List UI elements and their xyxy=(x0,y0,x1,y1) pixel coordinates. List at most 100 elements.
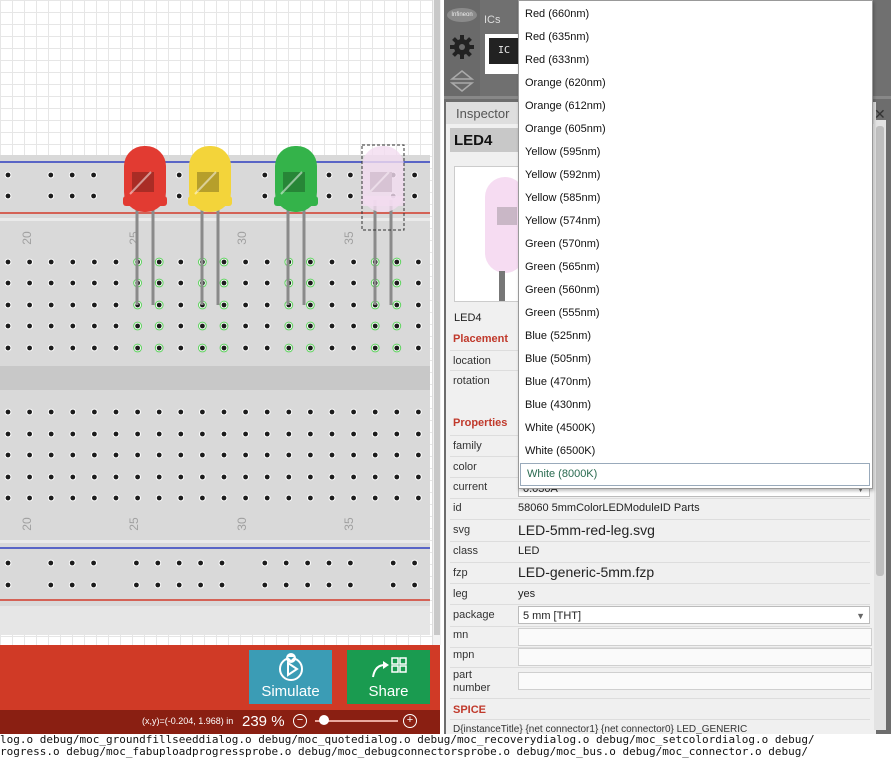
share-button[interactable]: Share xyxy=(347,650,430,704)
breadboard-hole xyxy=(308,259,313,265)
inspector-title: Inspector xyxy=(456,106,510,121)
share-icon xyxy=(371,657,407,678)
breadboard-hole xyxy=(264,345,270,351)
infineon-logo[interactable]: Infineon xyxy=(447,8,477,22)
breadboard-hole xyxy=(5,193,11,199)
id-value: 58060 5mmColorLEDModuleID Parts xyxy=(518,502,700,514)
breadboard-hole xyxy=(329,452,335,458)
breadboard-hole xyxy=(264,280,270,286)
breadboard-hole xyxy=(329,280,335,286)
part-number-label-2: number xyxy=(453,682,491,694)
breadboard-hole xyxy=(262,172,268,178)
move-parts-icon[interactable] xyxy=(450,70,474,92)
breadboard-hole xyxy=(135,452,141,458)
breadboard-hole xyxy=(221,345,227,351)
breadboard-hole xyxy=(91,193,96,199)
breadboard-hole xyxy=(70,259,76,265)
breadboard-hole xyxy=(48,409,54,415)
fzp-label: fzp xyxy=(453,567,468,579)
breadboard-hole xyxy=(221,259,227,265)
breadboard-hole xyxy=(135,431,141,437)
color-option[interactable]: White (6500K) xyxy=(519,440,872,463)
divider xyxy=(450,698,870,699)
inspector-scrollbar-thumb[interactable] xyxy=(876,126,884,576)
gear-icon[interactable] xyxy=(449,34,475,60)
canvas-scrollbar-thumb[interactable] xyxy=(434,0,440,635)
breadboard-hole xyxy=(27,259,32,265)
zoom-in-icon[interactable]: + xyxy=(403,714,417,728)
color-option[interactable]: Orange (620nm) xyxy=(519,72,872,95)
breadboard-hole xyxy=(91,172,96,178)
breadboard-hole xyxy=(5,409,11,415)
mpn-field[interactable] xyxy=(518,648,872,666)
properties-section: Properties xyxy=(453,417,508,429)
breadboard-hole xyxy=(198,560,204,566)
color-option[interactable]: Blue (505nm) xyxy=(519,348,872,371)
color-option[interactable]: Green (555nm) xyxy=(519,302,872,325)
color-dropdown-list[interactable]: Red (660nm) Red (635nm) Red (633nm) Orange … xyxy=(518,0,873,489)
leg-label: leg xyxy=(453,588,468,600)
breadboard-hole xyxy=(264,495,270,501)
package-select[interactable]: 5 mm [THT] ▼ xyxy=(518,606,870,624)
led-rim xyxy=(361,196,405,206)
breadboard-hole xyxy=(243,495,249,501)
breadboard[interactable]: 20 25 30 35 20 25 30 35 xyxy=(0,0,432,645)
breadboard-hole xyxy=(308,474,313,480)
breadboard-canvas[interactable]: 20 25 30 35 20 25 30 35 xyxy=(0,0,432,645)
breadboard-hole xyxy=(91,582,96,588)
breadboard-hole xyxy=(113,409,119,415)
breadboard-hole xyxy=(351,345,356,351)
color-option[interactable]: Yellow (592nm) xyxy=(519,164,872,187)
breadboard-hole xyxy=(176,582,182,588)
breadboard-hole xyxy=(200,345,205,351)
breadboard-hole xyxy=(5,280,11,286)
color-option[interactable]: Yellow (585nm) xyxy=(519,187,872,210)
breadboard-hole xyxy=(286,452,292,458)
color-option[interactable]: Green (570nm) xyxy=(519,233,872,256)
breadboard-hole xyxy=(416,345,421,351)
color-option[interactable]: White (8000K) xyxy=(520,463,870,486)
color-option[interactable]: Blue (470nm) xyxy=(519,371,872,394)
breadboard-hole xyxy=(390,560,396,566)
canvas-scrollbar[interactable] xyxy=(432,0,441,645)
mn-field[interactable] xyxy=(518,628,872,646)
color-option[interactable]: Yellow (595nm) xyxy=(519,141,872,164)
color-option[interactable]: Red (660nm) xyxy=(519,3,872,26)
color-option[interactable]: Red (633nm) xyxy=(519,49,872,72)
color-option[interactable]: White (4500K) xyxy=(519,417,872,440)
column-label: 20 xyxy=(20,517,34,531)
breadboard-hole xyxy=(308,302,313,308)
breadboard-hole xyxy=(416,495,421,501)
breadboard-hole xyxy=(5,582,11,588)
inspector-scrollbar[interactable] xyxy=(874,120,886,730)
breadboard-hole xyxy=(92,452,97,458)
column-label: 30 xyxy=(235,231,249,245)
color-option[interactable]: Blue (430nm) xyxy=(519,394,872,417)
breadboard-hole xyxy=(178,323,184,329)
color-option[interactable]: Blue (525nm) xyxy=(519,325,872,348)
breadboard-hole xyxy=(69,193,75,199)
simulate-button[interactable]: Simulate xyxy=(249,650,332,704)
color-option[interactable]: Red (635nm) xyxy=(519,26,872,49)
color-option[interactable]: Green (560nm) xyxy=(519,279,872,302)
breadboard-hole xyxy=(156,345,162,351)
location-label: location xyxy=(453,355,491,367)
breadboard-hole xyxy=(156,495,162,501)
color-option[interactable]: Orange (612nm) xyxy=(519,95,872,118)
divider xyxy=(450,583,870,584)
breadboard-hole xyxy=(416,409,421,415)
breadboard-hole xyxy=(178,345,184,351)
zoom-slider-handle[interactable] xyxy=(318,715,329,725)
breadboard-hole xyxy=(92,323,97,329)
chevron-down-icon[interactable] xyxy=(285,653,297,663)
breadboard-hole xyxy=(92,345,97,351)
ic-chip-icon: IC xyxy=(489,38,519,64)
color-option[interactable]: Orange (605nm) xyxy=(519,118,872,141)
color-option[interactable]: Green (565nm) xyxy=(519,256,872,279)
breadboard-hole xyxy=(243,323,249,329)
zoom-out-icon[interactable]: − xyxy=(293,714,307,728)
part-number-field[interactable] xyxy=(518,672,872,690)
status-bar: (x,y)=(-0.204, 1.968) in 239 % − + xyxy=(0,710,440,734)
breadboard-hole xyxy=(243,474,249,480)
color-option[interactable]: Yellow (574nm) xyxy=(519,210,872,233)
